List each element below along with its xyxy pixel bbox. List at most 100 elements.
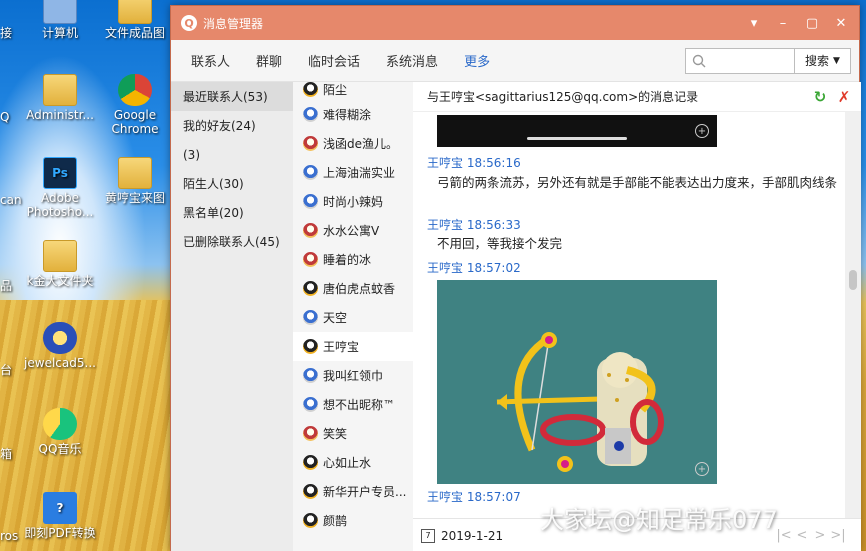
desktop-icon-chrome[interactable]: Google Chrome <box>95 74 175 136</box>
folder-icon <box>43 240 77 272</box>
next-page-icon[interactable]: > <box>811 527 829 545</box>
category-strangers[interactable]: 陌生人(30) <box>171 169 293 198</box>
contact-item[interactable]: 想不出昵称™ <box>293 390 413 419</box>
contact-item[interactable]: 浅函de渔儿。 <box>293 129 413 158</box>
contact-item[interactable]: 颜鹊 <box>293 506 413 535</box>
avatar <box>303 339 318 354</box>
archer-figurine-picture <box>496 332 664 472</box>
category-group[interactable]: (3) <box>171 140 293 169</box>
avatar <box>303 82 318 97</box>
tab-contacts[interactable]: 联系人 <box>191 51 230 70</box>
title-bar[interactable]: Q 消息管理器 ▾ – ▢ ✕ <box>171 6 859 40</box>
avatar <box>303 223 318 238</box>
search-icon <box>692 54 706 67</box>
desktop-icon-computer[interactable]: 计算机 <box>20 0 100 40</box>
avatar <box>303 136 318 151</box>
jewelcad-icon <box>43 322 77 354</box>
photoshop-icon: Ps <box>43 157 77 189</box>
maximize-button[interactable]: ▢ <box>801 12 823 34</box>
message-history[interactable]: + 王哼宝 18:56:16 弓箭的两条流苏，另外还有就是手部能不能表达出力度来… <box>413 112 845 518</box>
category-blacklist[interactable]: 黑名单(20) <box>171 198 293 227</box>
contact-item-selected[interactable]: 王哼宝 <box>293 332 413 361</box>
desktop-icon-pdf[interactable]: ? 即刻PDF转换 <box>20 492 100 540</box>
user-folder-icon <box>43 74 77 106</box>
desktop-cut-label: 品 <box>0 279 13 293</box>
pdf-converter-icon: ? <box>43 492 77 524</box>
desktop-cut-label: 箱 <box>0 447 13 461</box>
desktop-icon-photoshop[interactable]: Ps Adobe Photosho... <box>20 157 100 219</box>
computer-icon <box>43 0 77 24</box>
refresh-icon[interactable]: ↻ <box>811 88 829 106</box>
desktop-icon-folder-kgold[interactable]: k金大文件夹 <box>20 240 100 288</box>
image-message[interactable]: + <box>437 115 717 147</box>
close-button[interactable]: ✕ <box>830 12 852 34</box>
desktop-icon-folder-images[interactable]: 黄哼宝来图 <box>95 157 175 205</box>
chevron-down-icon: ▼ <box>833 55 840 66</box>
contact-item[interactable]: 睡着的冰 <box>293 245 413 274</box>
contact-item[interactable]: 心如止水 <box>293 448 413 477</box>
qqmusic-icon <box>43 408 77 440</box>
scrollbar[interactable] <box>845 112 861 518</box>
avatar <box>303 397 318 412</box>
desktop-cut-label: 台 <box>0 363 13 377</box>
message-text: 不用回，等我接个发完 <box>437 236 563 251</box>
contact-list: 陌尘 难得糊涂 浅函de渔儿。 上海油湍实业 时尚小辣妈 水水公寓V 睡着的冰 … <box>293 82 413 551</box>
archer-render-image[interactable]: + <box>437 280 717 484</box>
avatar <box>303 513 318 528</box>
pager: |< < > >| <box>775 527 847 545</box>
contact-item[interactable]: 笑笑 <box>293 419 413 448</box>
desktop-icon-jewelcad[interactable]: jewelcad5... <box>20 322 100 370</box>
tab-temp-sessions[interactable]: 临时会话 <box>308 51 360 70</box>
qq-logo-icon: Q <box>181 15 197 31</box>
contact-item[interactable]: 难得糊涂 <box>293 100 413 129</box>
avatar <box>303 368 318 383</box>
prev-page-icon[interactable]: < <box>793 527 811 545</box>
desktop-icon-qqmusic[interactable]: QQ音乐 <box>20 408 100 456</box>
scrollbar-thumb[interactable] <box>849 270 857 290</box>
category-deleted[interactable]: 已删除联系人(45) <box>171 227 293 256</box>
zoom-icon[interactable]: + <box>695 462 709 476</box>
desktop-icon-folder-finished[interactable]: 文件成品图 <box>95 0 175 40</box>
contact-item[interactable]: 陌尘 <box>293 82 413 100</box>
chrome-icon <box>118 74 152 106</box>
avatar <box>303 107 318 122</box>
window-title: 消息管理器 <box>203 16 264 31</box>
nav-toolbar: 联系人 群聊 临时会话 系统消息 更多 搜索 ▼ <box>171 40 859 82</box>
contact-item[interactable]: 上海油湍实业 <box>293 158 413 187</box>
message-pane: 与王哼宝<sagittarius125@qq.com>的消息记录 ↻ ✗ + 王… <box>413 82 861 551</box>
calendar-icon[interactable]: 7 <box>421 528 435 543</box>
contact-item[interactable]: 天空 <box>293 303 413 332</box>
category-list: 最近联系人(53) 我的好友(24) (3) 陌生人(30) 黑名单(20) 已… <box>171 82 293 551</box>
video-progress-line <box>527 137 627 140</box>
message-sender-line: 王哼宝 18:57:07 <box>427 490 521 504</box>
desktop-cut-label: Q <box>0 110 10 124</box>
tab-more[interactable]: 更多 <box>464 51 490 70</box>
contact-item[interactable]: 我叫红领巾 <box>293 361 413 390</box>
tab-group-chats[interactable]: 群聊 <box>256 51 282 70</box>
avatar <box>303 426 318 441</box>
zoom-icon[interactable]: + <box>695 124 709 138</box>
message-sender-line: 王哼宝 18:56:16 <box>427 156 521 170</box>
category-friends[interactable]: 我的好友(24) <box>171 111 293 140</box>
tab-system-messages[interactable]: 系统消息 <box>386 51 438 70</box>
contact-item[interactable]: 唐伯虎点蚊香 <box>293 274 413 303</box>
history-date: 2019-1-21 <box>441 528 504 543</box>
category-recent[interactable]: 最近联系人(53) <box>171 82 293 111</box>
dropdown-menu-button[interactable]: ▾ <box>743 12 765 34</box>
contact-item[interactable]: 水水公寓V <box>293 216 413 245</box>
delete-icon[interactable]: ✗ <box>835 88 853 106</box>
contact-item[interactable]: 时尚小辣妈 <box>293 187 413 216</box>
search-bar: 搜索 ▼ <box>685 47 851 74</box>
search-input[interactable] <box>685 47 795 74</box>
contact-item[interactable]: 新华开户专员... <box>293 477 413 506</box>
minimize-button[interactable]: – <box>772 12 794 34</box>
search-button[interactable]: 搜索 ▼ <box>795 47 851 74</box>
last-page-icon[interactable]: >| <box>829 527 847 545</box>
message-sender-line: 王哼宝 18:57:02 <box>427 261 521 275</box>
avatar <box>303 252 318 267</box>
message-history-title: 与王哼宝<sagittarius125@qq.com>的消息记录 <box>427 90 699 104</box>
desktop-cut-label: ros <box>0 529 19 543</box>
avatar <box>303 484 318 499</box>
folder-icon <box>118 157 152 189</box>
desktop-icon-administrator[interactable]: Administr... <box>20 74 100 122</box>
